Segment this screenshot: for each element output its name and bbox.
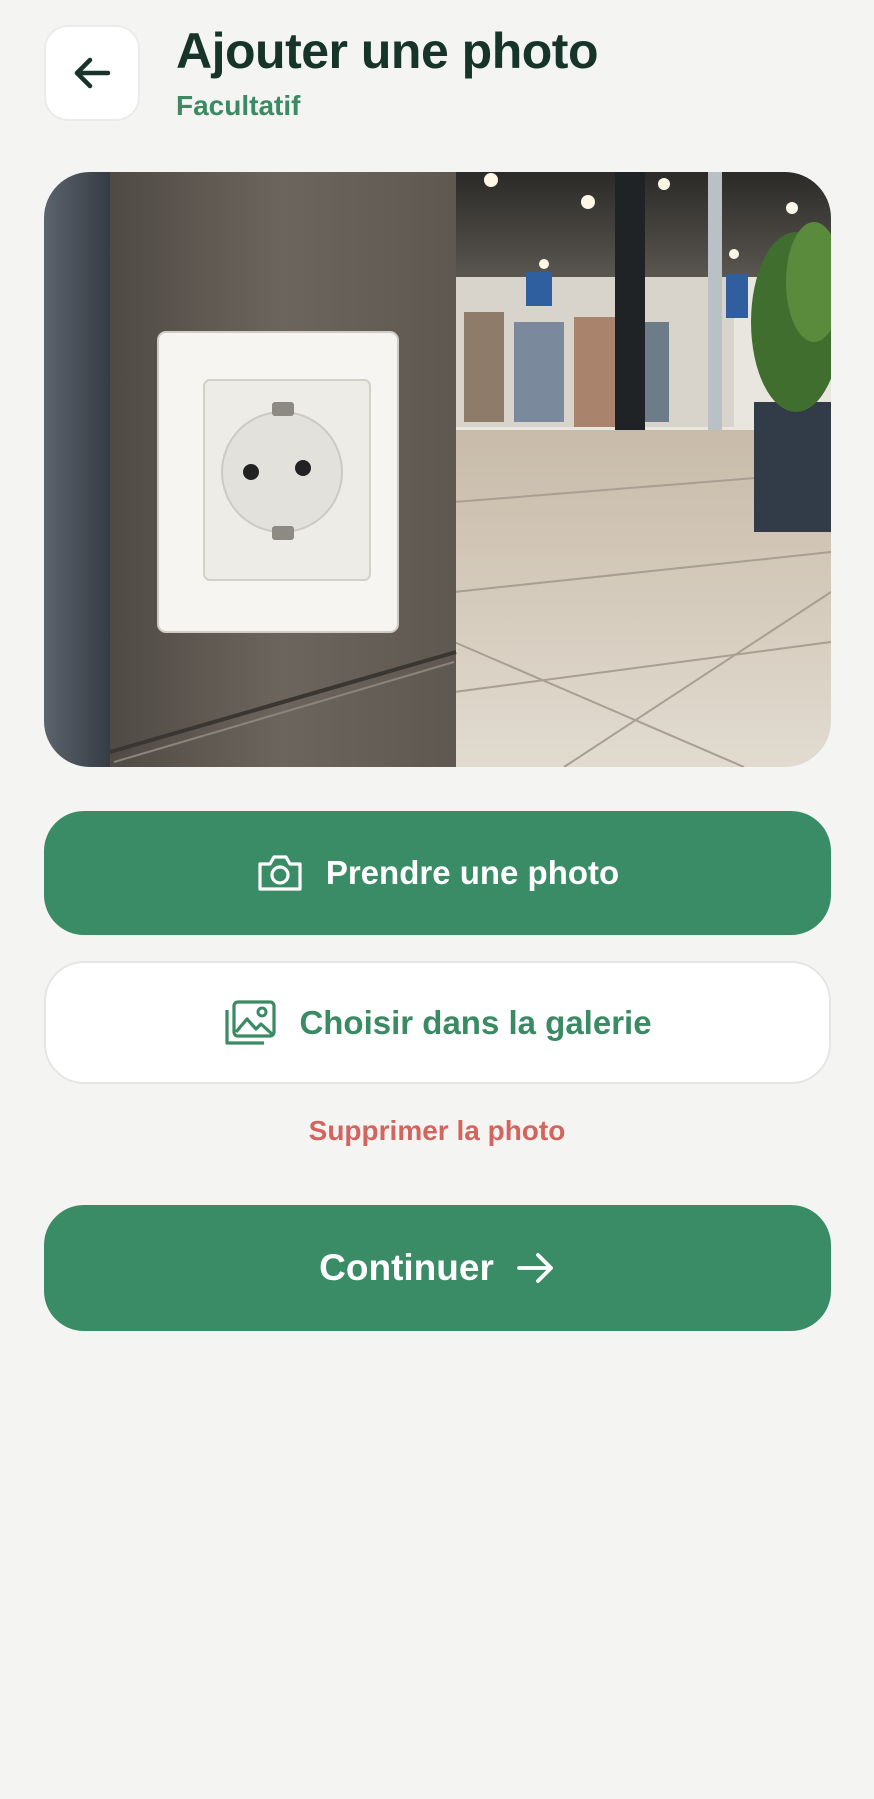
choose-gallery-button[interactable]: Choisir dans la galerie <box>44 961 831 1084</box>
choose-gallery-label: Choisir dans la galerie <box>299 1003 652 1041</box>
continue-label: Continuer <box>319 1247 494 1288</box>
arrow-right-icon <box>516 1250 556 1286</box>
page-subtitle: Facultatif <box>176 90 301 121</box>
arrow-left-icon <box>74 57 111 89</box>
continue-button[interactable]: Continuer <box>44 1205 831 1331</box>
page-title: Ajouter une photo <box>176 23 599 79</box>
camera-icon <box>256 853 304 893</box>
take-photo-button[interactable]: Prendre une photo <box>44 811 831 935</box>
photo-illustration <box>44 172 831 767</box>
add-photo-screen: Ajouter une photo Facultatif Prendre une… <box>0 0 874 1799</box>
delete-photo-link[interactable]: Supprimer la photo <box>0 1115 874 1147</box>
back-button[interactable] <box>44 25 140 121</box>
photo-preview <box>44 172 831 767</box>
take-photo-label: Prendre une photo <box>325 854 620 891</box>
gallery-icon <box>223 999 277 1047</box>
